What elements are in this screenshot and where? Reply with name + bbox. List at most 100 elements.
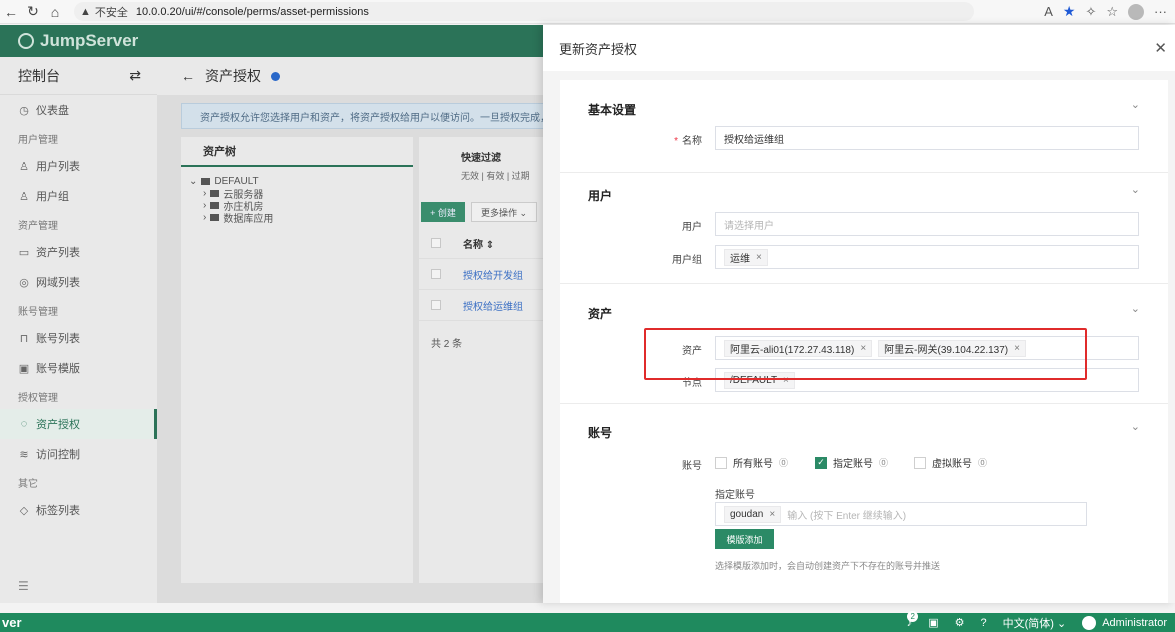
sidebar-item[interactable]: ▭ 资产列表 <box>0 237 157 267</box>
user-group-select[interactable]: 运维 × <box>715 245 1139 269</box>
address-bar[interactable]: ▲ 不安全 10.0.0.20/ui/#/console/perms/asset… <box>74 2 974 21</box>
sidebar-menu: ◷ 仪表盘 用户管理 ♙ 用户列表 ♙ 用户组 资产管理 ▭ 资产列表 ◎ 网域列表 账号管理 ⊓ 账号列表… <box>0 95 157 525</box>
sidebar-item[interactable]: ◇ 标签列表 <box>0 495 157 525</box>
menu-toggle-icon[interactable]: ☰ <box>18 579 29 593</box>
chevron-down-icon[interactable]: ⌄ <box>1131 302 1140 315</box>
more-actions-button[interactable]: 更多操作 ⌄ <box>471 202 537 222</box>
home-icon[interactable]: ⌂ <box>44 1 66 23</box>
account-option[interactable]: ✓ 指定账号 ⓪ <box>815 455 888 470</box>
sidebar-item[interactable]: ≋ 访问控制 <box>0 439 157 469</box>
template-add-button[interactable]: 模版添加 <box>715 529 774 549</box>
user-group-icon: ♙ <box>19 190 29 203</box>
help-circle-icon[interactable]: ⓪ <box>779 456 788 469</box>
tag-remove-icon[interactable]: × <box>756 252 762 263</box>
sidebar-item-label: 用户组 <box>36 191 69 203</box>
favorites-icon[interactable]: ☆ <box>1106 4 1118 20</box>
section-assets-title: 资产 <box>588 307 613 321</box>
insecure-label: 不安全 <box>94 6 128 19</box>
tag-label: goudan <box>730 508 764 520</box>
help-circle-icon[interactable]: ⓪ <box>978 456 987 469</box>
chevron-down-icon[interactable]: ⌄ <box>1131 98 1140 111</box>
sidebar-group-label: 账号管理 <box>18 306 58 318</box>
account-option[interactable]: 所有账号 ⓪ <box>715 455 788 470</box>
extensions-icon[interactable]: ✧ <box>1085 4 1096 20</box>
sidebar-group-label: 用户管理 <box>18 134 58 146</box>
tag-remove-icon[interactable]: × <box>769 509 775 520</box>
notification-count: 2 <box>907 610 919 622</box>
account-option-checkbox[interactable] <box>914 456 926 469</box>
info-alert: 资产授权允许您选择用户和资产，将资产授权给用户以便访问。一旦授权完成，用户 <box>181 103 561 129</box>
required-mark: * <box>674 136 678 147</box>
select-all-checkbox[interactable] <box>431 238 441 248</box>
account-option-checkbox[interactable] <box>715 456 727 469</box>
sidebar-item[interactable]: ▣ 账号模版 <box>0 353 157 383</box>
sidebar-item-label: 账号列表 <box>36 333 80 345</box>
info-icon[interactable] <box>271 71 280 81</box>
help-circle-icon[interactable]: ⓪ <box>879 456 888 469</box>
sidebar-item[interactable]: ◌ 资产授权 <box>0 409 157 439</box>
access-control-icon: ≋ <box>19 448 29 461</box>
refresh-icon[interactable]: ↻ <box>22 1 44 23</box>
permission-table-area: 快速过滤 无效 | 有效 | 过期 + 创建 更多操作 ⌄ 名称 ⇕ 授权给开发… <box>419 137 549 583</box>
sidebar-item[interactable]: ♙ 用户组 <box>0 181 157 211</box>
permission-name-link[interactable]: 授权给运维组 <box>463 298 523 313</box>
tag-icon: ◇ <box>19 504 29 517</box>
back-icon[interactable]: ← <box>0 1 22 23</box>
sidebar-item[interactable]: ◷ 仪表盘 <box>0 95 157 125</box>
chevron-down-icon[interactable]: ⌄ <box>1131 420 1140 433</box>
chevron-down-icon[interactable]: ⌄ <box>1131 183 1140 196</box>
section-accounts: 账号 ⌄ 账号 所有账号 ⓪ ✓ 指定账号 ⓪ 虚拟账号 ⓪ 指定账号 goudan × 输入 … <box>560 404 1168 603</box>
folder-icon <box>210 201 220 209</box>
name-input[interactable]: 授权给运维组 <box>715 126 1139 150</box>
read-aloud-icon[interactable]: A <box>1044 4 1053 19</box>
sidebar-item-label: 账号模版 <box>36 363 80 375</box>
selected-tag: 运维 × <box>724 248 768 266</box>
section-accounts-title: 账号 <box>588 426 613 440</box>
user-label: 用户 <box>682 222 702 233</box>
quick-filter-title: 快速过滤 <box>461 153 501 164</box>
permission-name-link[interactable]: 授权给开发组 <box>463 267 523 282</box>
terminal-icon[interactable]: ▣ <box>928 616 938 629</box>
back-arrow-icon[interactable]: ← <box>181 68 195 84</box>
url-text: 10.0.0.20/ui/#/console/perms/asset-permi… <box>135 5 369 18</box>
highlight-annotation <box>644 328 1087 380</box>
close-icon[interactable]: ✕ <box>1154 39 1167 57</box>
help-icon[interactable]: ? <box>980 617 986 629</box>
sidebar-title: 控制台 ⇄ <box>0 57 157 95</box>
user-menu[interactable]: Administrator <box>1082 615 1167 630</box>
asset-tree: ⌄ DEFAULT › 云服务器 › 亦庄机房 › 数据库应用 <box>181 167 413 225</box>
drawer-form: 基本设置 ⌄ * 名称 授权给运维组 用户 ⌄ 用户 请选择用户 用户组 运维 × … <box>560 80 1168 603</box>
language-select[interactable]: 中文(简体) ⌄ <box>1003 615 1067 631</box>
row-checkbox[interactable] <box>431 269 441 279</box>
tree-node[interactable]: › 数据库应用 <box>203 211 413 225</box>
sidebar-item[interactable]: ♙ 用户列表 <box>0 151 157 181</box>
bottom-app-bar: ver ♪ 2 ▣ ⚙ ? 中文(简体) ⌄ Administrator <box>0 610 1175 632</box>
sidebar-group-label: 授权管理 <box>18 392 58 404</box>
sidebar-item[interactable]: ⊓ 账号列表 <box>0 323 157 353</box>
specified-accounts-input[interactable]: goudan × 输入 (按下 Enter 继续输入) <box>715 502 1087 526</box>
section-basic: 基本设置 ⌄ * 名称 授权给运维组 <box>560 80 1168 173</box>
favorite-star-icon[interactable]: ★ <box>1063 3 1076 20</box>
account-option[interactable]: 虚拟账号 ⓪ <box>914 455 987 470</box>
collapse-toggle-icon[interactable]: ⇄ <box>129 67 141 84</box>
sidebar-item-label: 用户列表 <box>36 161 80 173</box>
account-option-checkbox[interactable]: ✓ <box>815 456 827 469</box>
notification-bell-icon[interactable]: ♪ 2 <box>907 610 919 629</box>
table-row: 授权给运维组 <box>419 290 549 321</box>
sidebar-item-label: 访问控制 <box>36 449 80 461</box>
user-icon: ♙ <box>19 160 29 173</box>
quick-filter-options[interactable]: 无效 | 有效 | 过期 <box>419 164 549 182</box>
selected-tag: goudan × <box>724 505 782 523</box>
settings-icon[interactable]: ⚙ <box>955 616 965 629</box>
create-button[interactable]: + 创建 <box>421 202 465 222</box>
user-select[interactable]: 请选择用户 <box>715 212 1139 236</box>
chevron-right-icon: › <box>203 187 207 199</box>
app-logo: JumpServer <box>18 31 138 51</box>
section-users: 用户 ⌄ 用户 请选择用户 用户组 运维 × <box>560 173 1168 284</box>
specified-accounts-label: 指定账号 <box>715 490 755 501</box>
row-checkbox[interactable] <box>431 300 441 310</box>
sidebar-item[interactable]: ◎ 网域列表 <box>0 267 157 297</box>
column-name-header[interactable]: 名称 ⇕ <box>463 236 494 251</box>
profile-icon[interactable] <box>1128 3 1144 20</box>
more-icon[interactable]: ··· <box>1154 4 1167 19</box>
